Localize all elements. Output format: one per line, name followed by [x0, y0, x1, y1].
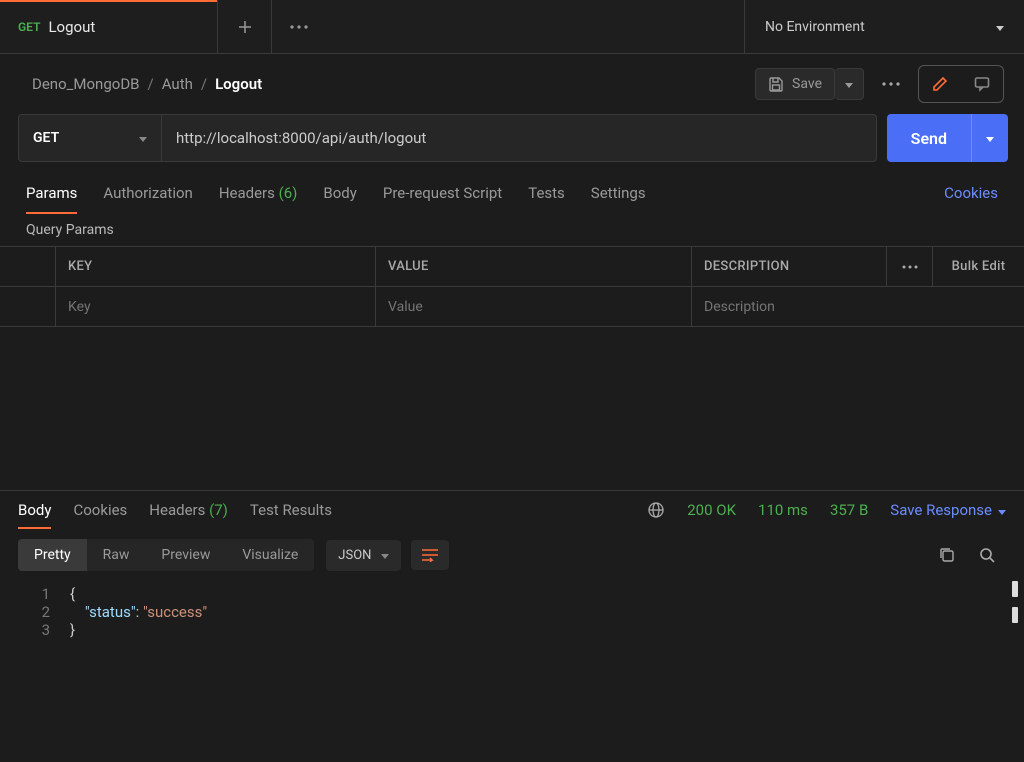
search-icon[interactable] [978, 546, 996, 564]
environment-label: No Environment [765, 19, 865, 35]
copy-icon[interactable] [938, 546, 956, 564]
plus-icon [237, 19, 253, 35]
chevron-down-icon [998, 501, 1006, 519]
tab-authorization[interactable]: Authorization [103, 178, 192, 208]
tab-body[interactable]: Body [323, 178, 356, 208]
breadcrumb-seg-1[interactable]: Deno_MongoDB [32, 75, 140, 93]
save-icon [768, 76, 784, 92]
comment-mode-button[interactable] [961, 66, 1003, 102]
save-dropdown-button[interactable] [835, 68, 864, 100]
chevron-down-icon [139, 130, 147, 146]
breadcrumb-seg-2[interactable]: Auth [162, 75, 193, 93]
chevron-down-icon [381, 548, 389, 563]
breadcrumb-sep: / [148, 75, 154, 93]
chevron-down-icon [845, 76, 853, 92]
method-selector[interactable]: GET [18, 114, 162, 162]
tab-tests[interactable]: Tests [528, 178, 565, 208]
response-status: 200 OK [687, 501, 736, 519]
table-header-row: KEY VALUE DESCRIPTION Bulk Edit [0, 247, 1024, 287]
chevron-down-icon [986, 130, 994, 146]
send-button[interactable]: Send [887, 114, 1008, 162]
viewmode-raw[interactable]: Raw [87, 539, 146, 571]
response-tab-testresults[interactable]: Test Results [250, 501, 332, 519]
breadcrumb-row: Deno_MongoDB / Auth / Logout Save [0, 54, 1024, 114]
response-tab-headers[interactable]: Headers (7) [149, 501, 228, 519]
query-params-table: KEY VALUE DESCRIPTION Bulk Edit [0, 246, 1024, 327]
more-actions-button[interactable] [874, 82, 908, 86]
tab-title: Logout [48, 18, 95, 36]
param-value-input[interactable] [388, 299, 679, 315]
response-time: 110 ms [758, 501, 808, 519]
chevron-down-icon [996, 19, 1004, 35]
breadcrumb-seg-3: Logout [215, 75, 262, 93]
builder-mode-button[interactable] [919, 66, 961, 102]
request-tabs: Params Authorization Headers (6) Body Pr… [0, 178, 1024, 208]
dots-icon [902, 265, 918, 269]
comment-icon [973, 75, 991, 93]
format-selector[interactable]: JSON [326, 540, 401, 571]
save-response-button[interactable]: Save Response [890, 501, 1006, 519]
viewmode-visualize[interactable]: Visualize [226, 539, 314, 571]
dots-icon [290, 25, 308, 29]
tab-method-badge: GET [18, 20, 40, 34]
breadcrumb-sep: / [201, 75, 207, 93]
request-tab[interactable]: GET Logout [0, 0, 218, 53]
wrap-lines-button[interactable] [411, 540, 449, 570]
tab-headers[interactable]: Headers (6) [219, 178, 298, 208]
cookies-link[interactable]: Cookies [944, 184, 998, 202]
view-mode-toggle [918, 65, 1004, 103]
send-dropdown-button[interactable] [971, 114, 1008, 162]
pencil-icon [931, 75, 949, 93]
bulk-edit-button[interactable]: Bulk Edit [932, 247, 1024, 286]
tab-overflow-button[interactable] [272, 0, 326, 53]
response-size: 357 B [830, 501, 868, 519]
response-tab-body[interactable]: Body [18, 501, 51, 519]
table-row [0, 287, 1024, 327]
tab-settings[interactable]: Settings [591, 178, 646, 208]
column-options-button[interactable] [886, 247, 932, 286]
request-line: GET Send [0, 114, 1024, 178]
wrap-icon [421, 548, 439, 562]
response-body-editor[interactable]: 1{ 2 "status": "success" 3} [0, 581, 1024, 643]
response-tab-cookies[interactable]: Cookies [73, 501, 127, 519]
response-panel: Body Cookies Headers (7) Test Results 20… [0, 490, 1024, 762]
tab-prerequest[interactable]: Pre-request Script [383, 178, 502, 208]
new-tab-button[interactable] [218, 0, 272, 53]
param-desc-input[interactable] [704, 299, 1012, 315]
response-tabs: Body Cookies Headers (7) Test Results 20… [0, 491, 1024, 529]
scroll-overview [1012, 581, 1018, 633]
environment-selector[interactable]: No Environment [744, 0, 1024, 53]
col-value: VALUE [376, 247, 692, 286]
save-button[interactable]: Save [755, 68, 835, 100]
breadcrumb: Deno_MongoDB / Auth / Logout [32, 75, 262, 93]
dots-icon [882, 82, 900, 86]
viewmode-pretty[interactable]: Pretty [18, 539, 87, 571]
method-label: GET [33, 130, 59, 146]
col-key: KEY [56, 247, 376, 286]
param-key-input[interactable] [68, 299, 363, 315]
send-label: Send [887, 129, 971, 148]
tab-strip: GET Logout No Environment [0, 0, 1024, 54]
save-label: Save [792, 76, 822, 92]
globe-icon[interactable] [647, 501, 665, 519]
col-description: DESCRIPTION [692, 247, 886, 286]
url-input[interactable] [162, 114, 877, 162]
response-view-modes: Pretty Raw Preview Visualize JSON [0, 529, 1024, 581]
query-params-heading: Query Params [0, 208, 1024, 246]
tab-params[interactable]: Params [26, 178, 77, 208]
viewmode-preview[interactable]: Preview [145, 539, 226, 571]
